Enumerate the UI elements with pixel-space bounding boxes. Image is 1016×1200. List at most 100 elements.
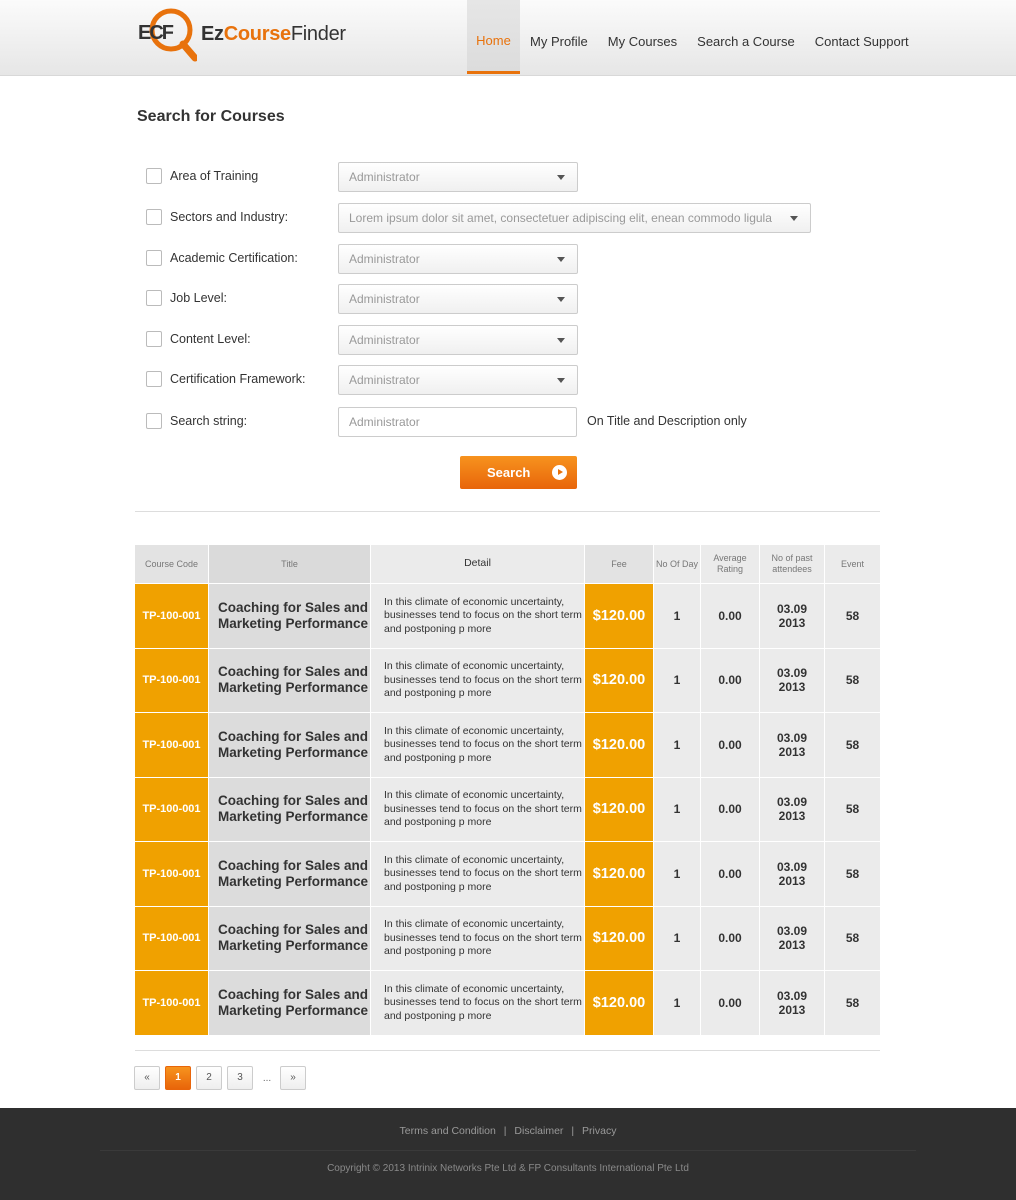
course-days-cell: 1 [654, 842, 701, 906]
nav-search-a-course[interactable]: Search a Course [687, 0, 805, 74]
footer-link-terms[interactable]: Terms and Condition [400, 1125, 496, 1137]
pagination-page-3[interactable]: 3 [227, 1066, 253, 1090]
past-attendees-stack: 03.09 2013 [777, 602, 807, 630]
academic-certification-label: Academic Certification: [170, 251, 298, 265]
pagination-ellipsis: ... [262, 1072, 272, 1084]
table-row[interactable]: TP-100-001 Coaching for Sales and Marketi… [135, 713, 880, 777]
table-row[interactable]: TP-100-001 Coaching for Sales and Marketi… [135, 584, 880, 648]
filter-row-content-level: Content Level: Administrator [146, 325, 846, 355]
header-average-rating[interactable]: Average Rating [701, 545, 760, 583]
job-level-checkbox[interactable] [146, 290, 162, 306]
header-no-of-day[interactable]: No Of Day [654, 545, 701, 583]
academic-certification-checkbox[interactable] [146, 250, 162, 266]
job-level-value: Administrator [349, 292, 420, 306]
course-title-cell[interactable]: Coaching for Sales and Marketing Perform… [209, 842, 371, 906]
course-title-cell[interactable]: Coaching for Sales and Marketing Perform… [209, 906, 371, 970]
sectors-industry-select[interactable]: Lorem ipsum dolor sit amet, consectetuer… [338, 203, 811, 233]
course-rating-cell: 0.00 [701, 906, 760, 970]
filter-row-certification-framework: Certification Framework: Administrator [146, 365, 846, 395]
results-table: Course Code Title Detail Fee No Of Day A… [135, 545, 880, 1035]
course-fee-cell: $120.00 [585, 842, 654, 906]
job-level-select[interactable]: Administrator [338, 284, 578, 314]
search-button[interactable]: Search [460, 456, 577, 489]
search-string-checkbox[interactable] [146, 413, 162, 429]
job-level-label: Job Level: [170, 291, 227, 305]
chevron-down-icon [557, 175, 565, 180]
course-code-cell: TP-100-001 [135, 584, 209, 648]
past-attendees-line-2: 2013 [778, 938, 806, 953]
filter-row-academic-certification: Academic Certification: Administrator [146, 244, 846, 274]
certification-framework-select[interactable]: Administrator [338, 365, 578, 395]
course-title-cell[interactable]: Coaching for Sales and Marketing Perform… [209, 648, 371, 712]
course-days-cell: 1 [654, 906, 701, 970]
logo-mark-text: ECF [138, 22, 174, 44]
table-row[interactable]: TP-100-001 Coaching for Sales and Marketi… [135, 906, 880, 970]
course-code-cell: TP-100-001 [135, 971, 209, 1035]
header-past-attendees[interactable]: No of past attendees [760, 545, 825, 583]
course-rating-cell: 0.00 [701, 971, 760, 1035]
nav-my-courses[interactable]: My Courses [598, 0, 687, 74]
content-level-select[interactable]: Administrator [338, 325, 578, 355]
brand-name-course: Course [223, 22, 291, 45]
filter-row-search-string: Search string: On Title and Description … [146, 407, 846, 437]
header-fee[interactable]: Fee [585, 545, 654, 583]
past-attendees-line-2: 2013 [778, 873, 806, 888]
header-event[interactable]: Event [825, 545, 880, 583]
sectors-industry-label: Sectors and Industry: [170, 210, 289, 224]
course-event-cell: 58 [825, 842, 880, 906]
certification-framework-checkbox[interactable] [146, 371, 162, 387]
area-of-training-select[interactable]: Administrator [338, 162, 578, 192]
pagination-page-1[interactable]: 1 [165, 1066, 191, 1090]
course-event-cell: 58 [825, 971, 880, 1035]
area-of-training-checkbox[interactable] [146, 168, 162, 184]
course-title-cell[interactable]: Coaching for Sales and Marketing Perform… [209, 777, 371, 841]
chevron-down-icon [557, 338, 565, 343]
academic-certification-select[interactable]: Administrator [338, 244, 578, 274]
sectors-industry-checkbox[interactable] [146, 209, 162, 225]
course-title-cell[interactable]: Coaching for Sales and Marketing Perform… [209, 584, 371, 648]
nav-home[interactable]: Home [467, 0, 520, 74]
divider [135, 1050, 880, 1051]
course-title-cell[interactable]: Coaching for Sales and Marketing Perform… [209, 713, 371, 777]
nav-my-profile[interactable]: My Profile [520, 0, 598, 74]
past-attendees-line-1: 03.09 [776, 601, 808, 616]
course-days-cell: 1 [654, 584, 701, 648]
footer-link-privacy[interactable]: Privacy [582, 1125, 616, 1137]
chevron-down-icon [790, 216, 798, 221]
table-row[interactable]: TP-100-001 Coaching for Sales and Marketi… [135, 648, 880, 712]
course-rating-cell: 0.00 [701, 713, 760, 777]
course-days-cell: 1 [654, 777, 701, 841]
course-fee-cell: $120.00 [585, 713, 654, 777]
past-attendees-line-1: 03.09 [776, 859, 808, 874]
table-row[interactable]: TP-100-001 Coaching for Sales and Marketi… [135, 971, 880, 1035]
course-fee-cell: $120.00 [585, 906, 654, 970]
footer-link-disclaimer[interactable]: Disclaimer [514, 1125, 563, 1137]
table-row[interactable]: TP-100-001 Coaching for Sales and Marketi… [135, 842, 880, 906]
pagination-next[interactable]: » [280, 1066, 306, 1090]
course-title-cell[interactable]: Coaching for Sales and Marketing Perform… [209, 971, 371, 1035]
content-level-value: Administrator [349, 333, 420, 347]
header-detail[interactable]: Detail [371, 545, 585, 583]
nav-contact-support[interactable]: Contact Support [805, 0, 919, 74]
logo-mark-icon: ECF [137, 6, 197, 62]
past-attendees-stack: 03.09 2013 [777, 731, 807, 759]
search-string-hint: On Title and Description only [587, 414, 747, 428]
header-title[interactable]: Title [209, 545, 371, 583]
content-level-checkbox[interactable] [146, 331, 162, 347]
course-fee-cell: $120.00 [585, 971, 654, 1035]
course-detail-cell: In this climate of economic uncertainty,… [371, 648, 585, 712]
search-string-input[interactable] [338, 407, 577, 437]
course-rating-cell: 0.00 [701, 648, 760, 712]
pagination-prev[interactable]: « [134, 1066, 160, 1090]
pagination-page-2[interactable]: 2 [196, 1066, 222, 1090]
course-rating-cell: 0.00 [701, 842, 760, 906]
table-row[interactable]: TP-100-001 Coaching for Sales and Marketi… [135, 777, 880, 841]
past-attendees-line-2: 2013 [778, 615, 806, 630]
header-course-code[interactable]: Course Code [135, 545, 209, 583]
logo[interactable]: ECF EzCourseFinder [137, 6, 346, 62]
course-detail-cell: In this climate of economic uncertainty,… [371, 584, 585, 648]
area-of-training-label: Area of Training [170, 169, 259, 183]
course-past-attendees-cell: 03.09 2013 [760, 648, 825, 712]
course-code-cell: TP-100-001 [135, 842, 209, 906]
chevron-down-icon [557, 297, 565, 302]
